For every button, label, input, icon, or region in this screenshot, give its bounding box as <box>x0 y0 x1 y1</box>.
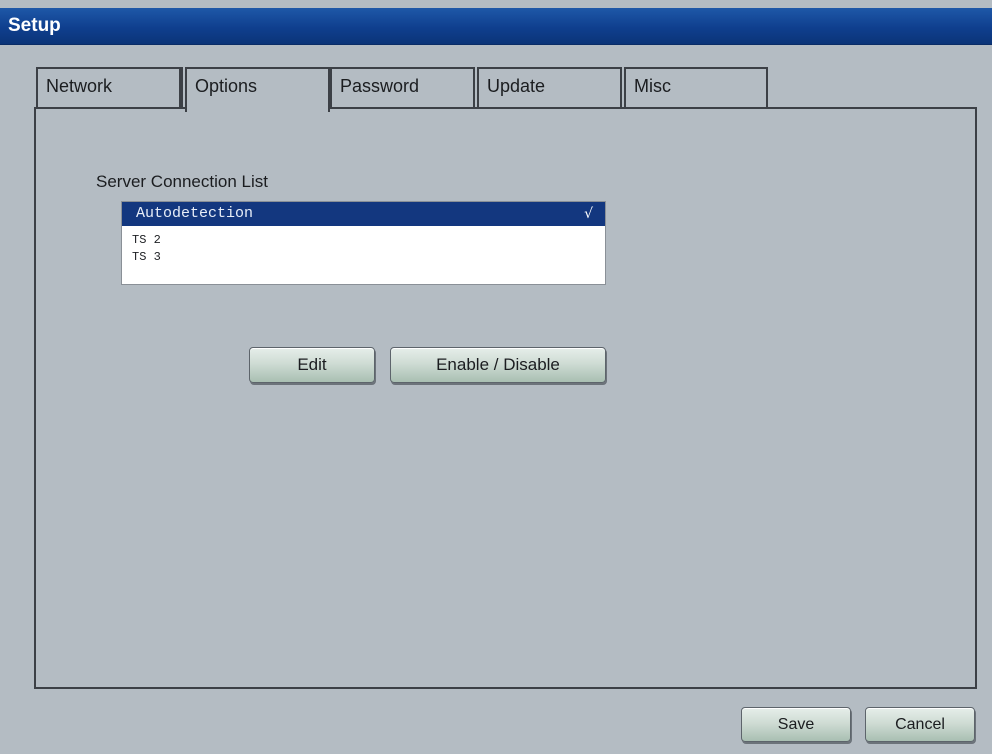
tab-options-label: Options <box>195 76 258 96</box>
tab-misc[interactable]: Misc <box>624 67 768 109</box>
tab-network[interactable]: Network <box>36 67 181 109</box>
tab-network-label: Network <box>46 76 113 96</box>
list-item-autodetection[interactable]: Autodetection √ <box>122 202 605 226</box>
options-panel <box>34 107 977 689</box>
save-button[interactable]: Save <box>741 707 851 742</box>
edit-button[interactable]: Edit <box>249 347 375 383</box>
server-connection-list[interactable]: Autodetection √ TS 2 TS 3 <box>121 201 606 285</box>
tab-update[interactable]: Update <box>477 67 622 109</box>
tab-update-label: Update <box>487 76 546 96</box>
list-item-ts3[interactable]: TS 3 <box>122 249 605 266</box>
check-icon: √ <box>584 206 593 222</box>
cancel-button[interactable]: Cancel <box>865 707 975 742</box>
window-title: Setup <box>8 15 61 36</box>
title-bar: Setup <box>0 8 992 45</box>
list-item-ts2[interactable]: TS 2 <box>122 232 605 249</box>
list-item-label: TS 3 <box>132 250 161 264</box>
tab-password[interactable]: Password <box>326 67 475 109</box>
tab-options[interactable]: Options <box>181 67 330 112</box>
enable-disable-button[interactable]: Enable / Disable <box>390 347 606 383</box>
list-item-label: TS 2 <box>132 233 161 247</box>
list-item-label: Autodetection <box>136 205 254 222</box>
tab-misc-label: Misc <box>634 76 671 96</box>
server-list-label: Server Connection List <box>96 172 268 191</box>
tab-password-label: Password <box>340 76 420 96</box>
